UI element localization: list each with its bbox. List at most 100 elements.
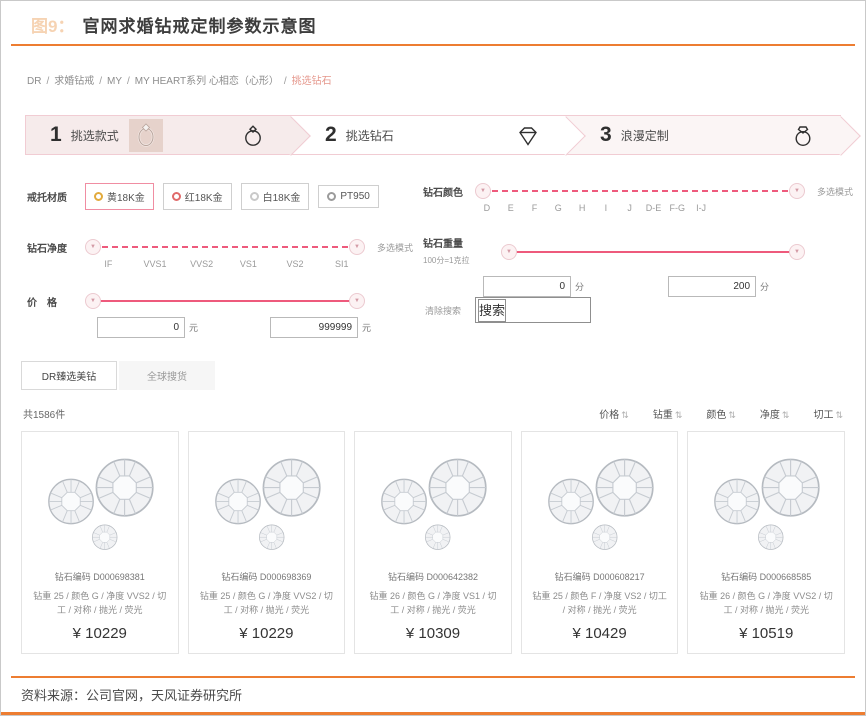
- slider-track: [92, 246, 358, 248]
- material-option-label: PT950: [340, 191, 369, 202]
- material-dot-icon: [250, 192, 259, 201]
- breadcrumb-separator: /: [46, 76, 49, 87]
- slider-handle-min[interactable]: ▼: [85, 239, 101, 255]
- sort-clarity[interactable]: 净度⇅: [760, 406, 790, 421]
- price-unit: 元: [362, 321, 371, 334]
- material-dot-icon: [94, 192, 103, 201]
- result-count: 共1586件: [23, 406, 65, 421]
- diamond-code: 钻石编码 D000698369: [189, 570, 345, 583]
- carat-max-input[interactable]: [668, 276, 756, 297]
- clarity-range-slider: ▼ ▼: [85, 239, 365, 255]
- clear-search-link[interactable]: 清除搜索: [425, 304, 461, 317]
- color-tick[interactable]: G: [546, 203, 570, 213]
- figure-number: 图9：: [31, 17, 74, 36]
- color-tick[interactable]: D-E: [642, 203, 666, 213]
- slider-handle-min[interactable]: ▼: [85, 293, 101, 309]
- sort-carat[interactable]: 钻重⇅: [653, 406, 683, 421]
- breadcrumb-item-current: 挑选钻石: [292, 76, 332, 87]
- price-min-input[interactable]: [97, 317, 185, 338]
- source-note: 资料来源：公司官网，天风证券研究所: [1, 678, 865, 712]
- color-tick[interactable]: J: [618, 203, 642, 213]
- ring-diamond-icon: [791, 124, 815, 148]
- step-arrow: [821, 116, 861, 156]
- clarity-ticks: IF VVS1 VVS2 VS1 VS2 SI1: [85, 259, 365, 269]
- breadcrumb-item[interactable]: DR: [27, 76, 41, 87]
- breadcrumb-item[interactable]: 求婚钻戒: [54, 76, 94, 87]
- price-unit: 元: [189, 321, 198, 334]
- color-tick[interactable]: F-G: [665, 203, 689, 213]
- breadcrumb: DR/求婚钻戒/MY/MY HEART系列 心相恋（心形）/挑选钻石: [27, 72, 865, 87]
- search-button-label: 搜索: [478, 299, 506, 322]
- slider-handle-max[interactable]: ▼: [789, 244, 805, 260]
- diamond-card[interactable]: 钻石编码 D000698381 钻重 25 / 颜色 G / 净度 VVS2 /…: [21, 431, 179, 654]
- sort-color[interactable]: 颜色⇅: [706, 406, 736, 421]
- material-option-rose-18k[interactable]: 红18K金: [163, 183, 232, 210]
- filter-color: 钻石颜色 ▼ ▼ 多选模式 D E F G H I J D-E F-G I-J: [423, 183, 855, 213]
- slider-handle-min[interactable]: ▼: [475, 183, 491, 199]
- figure-header: 图9： 官网求婚钻戒定制参数示意图: [1, 1, 865, 37]
- diamond-card[interactable]: 钻石编码 D000608217 钻重 25 / 颜色 F / 净度 VS2 / …: [521, 431, 679, 654]
- diamond-price: ¥ 10519: [688, 625, 844, 642]
- color-ticks: D E F G H I J D-E F-G I-J: [475, 203, 713, 213]
- color-tick[interactable]: D: [475, 203, 499, 213]
- breadcrumb-separator: /: [284, 76, 287, 87]
- slider-handle-max[interactable]: ▼: [349, 239, 365, 255]
- diamond-price: ¥ 10309: [355, 625, 511, 642]
- material-dot-icon: [327, 192, 336, 201]
- filter-clarity: 钻石净度 ▼ ▼ 多选模式 IF VVS1 VVS2 VS1 VS2 SI1: [27, 239, 419, 269]
- diamond-photo: [688, 432, 844, 565]
- clarity-tick[interactable]: VS1: [225, 259, 272, 269]
- sort-arrows-icon: ⇅: [621, 410, 629, 420]
- color-tick[interactable]: H: [570, 203, 594, 213]
- diamond-specs: 钻重 25 / 颜色 G / 净度 VVS2 / 切工 / 对称 / 抛光 / …: [199, 590, 335, 618]
- breadcrumb-item[interactable]: MY: [107, 76, 122, 87]
- slider-handle-min[interactable]: ▼: [501, 244, 517, 260]
- breadcrumb-item[interactable]: MY HEART系列 心相恋（心形）: [135, 76, 279, 87]
- filter-label: 钻石重量: [423, 235, 501, 250]
- result-tabs: DR臻选美钻 全球搜货: [21, 361, 845, 390]
- slider-handle-max[interactable]: ▼: [789, 183, 805, 199]
- material-option-pt950[interactable]: PT950: [318, 185, 378, 208]
- color-tick[interactable]: E: [499, 203, 523, 213]
- sort-cut[interactable]: 切工⇅: [813, 406, 843, 421]
- color-tick[interactable]: I-J: [689, 203, 713, 213]
- diamond-card[interactable]: 钻石编码 D000642382 钻重 26 / 颜色 G / 净度 VS1 / …: [354, 431, 512, 654]
- clarity-tick[interactable]: VVS1: [132, 259, 179, 269]
- multi-select-hint[interactable]: 多选模式: [377, 241, 413, 254]
- clarity-tick[interactable]: VVS2: [178, 259, 225, 269]
- clarity-tick[interactable]: SI1: [318, 259, 365, 269]
- filter-panel: 戒托材质 黄18K金 红18K金 白18K金 PT950 钻石颜色: [25, 179, 845, 349]
- diamond-card[interactable]: 钻石编码 D000668585 钻重 26 / 颜色 G / 净度 VVS2 /…: [687, 431, 845, 654]
- sort-arrows-icon: ⇅: [728, 410, 736, 420]
- diamond-specs: 钻重 26 / 颜色 G / 净度 VVS2 / 切工 / 对称 / 抛光 / …: [698, 590, 834, 618]
- filter-material: 戒托材质 黄18K金 红18K金 白18K金 PT950: [27, 183, 388, 210]
- sort-price[interactable]: 价格⇅: [599, 406, 629, 421]
- step-choose-style[interactable]: 1 挑选款式: [25, 115, 291, 155]
- multi-select-hint[interactable]: 多选模式: [817, 185, 853, 198]
- carat-min-input[interactable]: [483, 276, 571, 297]
- tab-dr-selected-diamonds[interactable]: DR臻选美钻: [21, 361, 117, 390]
- slider-track: [482, 190, 798, 192]
- step-choose-diamond[interactable]: 2 挑选钻石: [291, 115, 566, 155]
- diamond-card[interactable]: 钻石编码 D000698369 钻重 25 / 颜色 G / 净度 VVS2 /…: [188, 431, 346, 654]
- diamond-icon: [516, 124, 540, 148]
- clarity-tick[interactable]: IF: [85, 259, 132, 269]
- slider-track: [92, 300, 358, 302]
- clarity-tick[interactable]: VS2: [272, 259, 319, 269]
- figure-title: 官网求婚钻戒定制参数示意图: [82, 17, 316, 36]
- tab-global-sourcing[interactable]: 全球搜货: [119, 361, 215, 390]
- color-tick[interactable]: I: [594, 203, 618, 213]
- search-block: 清除搜索 搜索: [425, 297, 591, 323]
- price-max-input[interactable]: [270, 317, 358, 338]
- carat-unit: 分: [760, 280, 769, 293]
- material-option-white-18k[interactable]: 白18K金: [241, 183, 310, 210]
- filter-label: 戒托材质: [27, 189, 85, 204]
- search-button[interactable]: 搜索: [475, 297, 591, 323]
- step-number: 3: [600, 123, 612, 147]
- material-option-yellow-18k[interactable]: 黄18K金: [85, 183, 154, 210]
- color-tick[interactable]: F: [523, 203, 547, 213]
- step-romantic-customize[interactable]: 3 浪漫定制: [566, 115, 841, 155]
- diamond-code: 钻石编码 D000608217: [522, 570, 678, 583]
- slider-handle-max[interactable]: ▼: [349, 293, 365, 309]
- sort-bar: 价格⇅ 钻重⇅ 颜色⇅ 净度⇅ 切工⇅: [599, 406, 843, 421]
